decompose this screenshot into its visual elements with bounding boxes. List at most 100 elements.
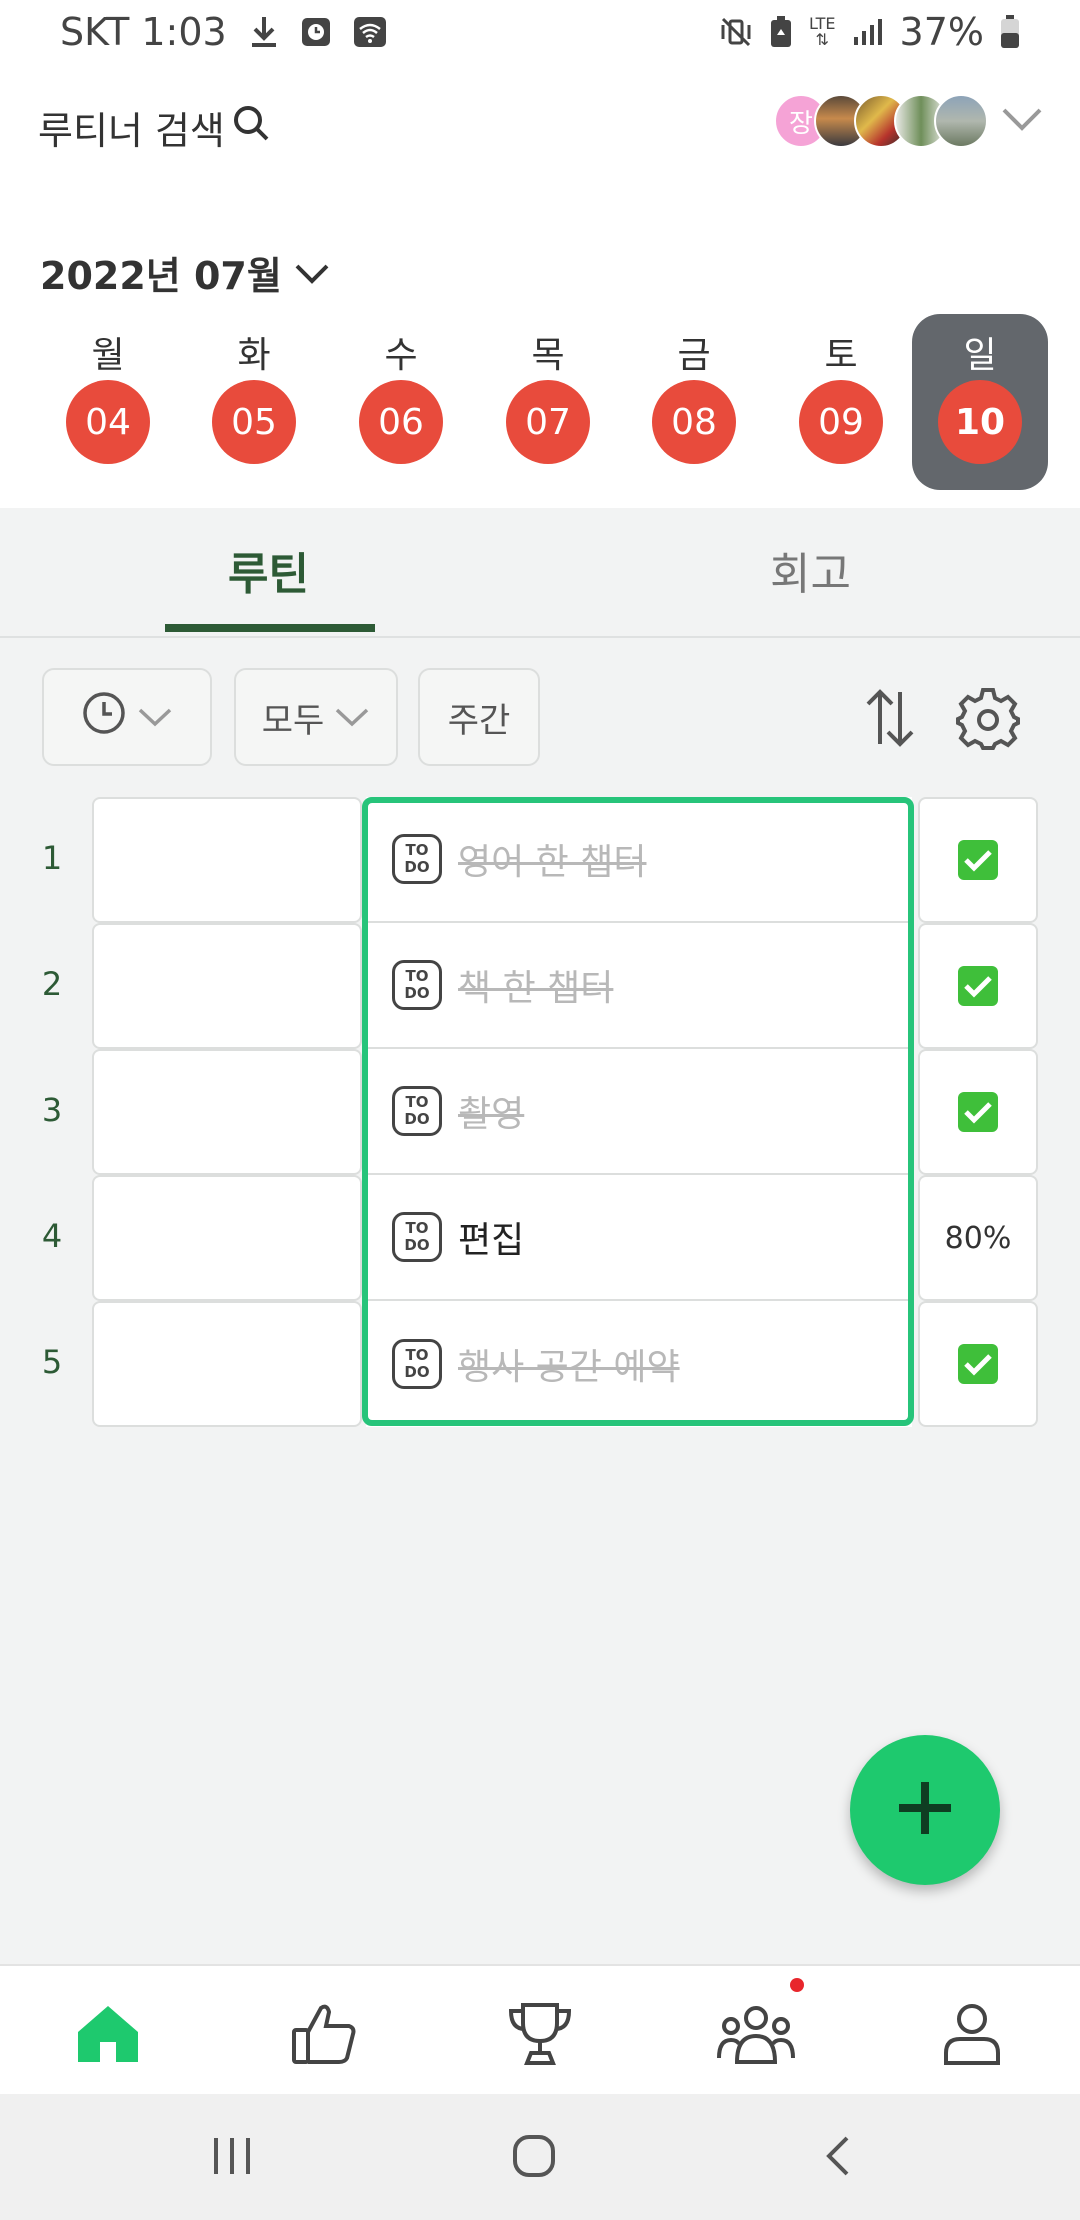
todo-icon-top: TO [405, 967, 429, 985]
weekday-label: 화 [237, 335, 271, 376]
table-row: 2 TO DO 책 한 챕터 [0, 923, 1080, 1049]
day-item[interactable]: 월 04 [40, 314, 176, 490]
member-avatars[interactable]: 장 [774, 94, 1044, 148]
completion-checkbox[interactable] [918, 1049, 1038, 1175]
todo-icon-bottom: DO [404, 984, 430, 1002]
alarm-app-icon [301, 16, 331, 48]
checkmark-icon [958, 840, 998, 880]
chevron-down-icon [294, 251, 330, 295]
carrier-time: SKT 1:03 [60, 10, 227, 54]
date-badge: 07 [506, 380, 590, 464]
task-cell[interactable]: TO DO 편집 [366, 1175, 912, 1301]
vibrate-mute-icon [719, 15, 753, 49]
signal-icon [852, 17, 884, 47]
lte-icon: LTE ⇅ [809, 16, 836, 48]
battery-percent: 37% [899, 10, 984, 54]
search-label: 루티너 검색 [38, 109, 225, 153]
day-item[interactable]: 토 09 [773, 314, 909, 490]
todo-icon-bottom: DO [404, 1363, 430, 1381]
profile-icon [942, 2003, 1002, 2069]
weekday-label: 일 [963, 335, 997, 376]
checkmark-icon [958, 1344, 998, 1384]
recent-apps-icon [210, 2136, 254, 2180]
thumbs-up-icon [291, 2002, 357, 2070]
nav-profile[interactable] [932, 1996, 1012, 2076]
table-row: 4 TO DO 편집 80% [0, 1175, 1080, 1301]
chevron-down-icon[interactable] [1000, 104, 1044, 138]
week-day-strip: 월 04 화 05 수 06 목 07 금 08 토 09 일 10 [40, 314, 1050, 490]
task-cell[interactable]: TO DO 영어 한 챕터 [366, 797, 912, 923]
time-cell[interactable] [92, 1049, 362, 1175]
date-badge: 06 [359, 380, 443, 464]
todo-icon: TO DO [392, 1212, 442, 1262]
avatar [934, 94, 988, 148]
notification-dot [790, 1978, 804, 1992]
home-system-button[interactable] [504, 2128, 564, 2188]
recent-apps-button[interactable] [202, 2128, 262, 2188]
time-cell[interactable] [92, 797, 362, 923]
system-navigation-bar [0, 2094, 1080, 2220]
add-routine-button[interactable] [850, 1735, 1000, 1885]
home-icon [76, 2004, 140, 2068]
weekly-button[interactable]: 주간 [418, 668, 540, 766]
weekday-label: 토 [824, 335, 858, 376]
clock-icon [81, 690, 127, 745]
time-cell[interactable] [92, 1175, 362, 1301]
active-tab-indicator [165, 624, 375, 632]
table-row: 5 TO DO 행사 공간 예약 [0, 1301, 1080, 1427]
nav-community[interactable] [716, 1996, 796, 2076]
day-item[interactable]: 금 08 [626, 314, 762, 490]
task-cell[interactable]: TO DO 촬영 [366, 1049, 912, 1175]
todo-icon-top: TO [405, 1093, 429, 1111]
task-title: 행사 공간 예약 [458, 1347, 680, 1388]
checkmark-icon [958, 966, 998, 1006]
todo-icon: TO DO [392, 1339, 442, 1389]
todo-icon: TO DO [392, 960, 442, 1010]
time-cell[interactable] [92, 1301, 362, 1427]
task-cell[interactable]: TO DO 행사 공간 예약 [366, 1301, 912, 1427]
sort-icon[interactable] [862, 686, 918, 754]
weekday-label: 금 [677, 335, 711, 376]
day-item[interactable]: 목 07 [480, 314, 616, 490]
plus-icon [895, 1778, 955, 1842]
row-number: 3 [41, 1091, 63, 1129]
download-icon [249, 15, 279, 49]
trophy-icon [507, 2001, 573, 2071]
status-bar: SKT 1:03 LTE ⇅ 37% [0, 0, 1080, 70]
tab-review[interactable]: 회고 [770, 538, 851, 602]
day-item[interactable]: 수 06 [333, 314, 469, 490]
day-item-selected[interactable]: 일 10 [912, 314, 1048, 490]
progress-cell[interactable]: 80% [918, 1175, 1038, 1301]
scope-filter-label: 모두 [261, 700, 325, 741]
search-button[interactable]: 루티너 검색 [38, 100, 271, 155]
nav-likes[interactable] [284, 1996, 364, 2076]
gear-icon[interactable] [956, 686, 1020, 754]
completion-checkbox[interactable] [918, 923, 1038, 1049]
nav-home[interactable] [68, 1996, 148, 2076]
task-title: 촬영 [458, 1094, 525, 1135]
nav-trophy[interactable] [500, 1996, 580, 2076]
row-number: 4 [41, 1217, 63, 1255]
tab-routine[interactable]: 루틴 [228, 538, 309, 602]
todo-icon-top: TO [405, 1346, 429, 1364]
search-icon [231, 103, 271, 152]
scope-filter-dropdown[interactable]: 모두 [234, 668, 398, 766]
completion-checkbox[interactable] [918, 1301, 1038, 1427]
month-selector[interactable]: 2022년 07월 [40, 245, 330, 300]
task-cell[interactable]: TO DO 책 한 챕터 [366, 923, 912, 1049]
completion-checkbox[interactable] [918, 797, 1038, 923]
chevron-down-icon [334, 697, 370, 737]
weekday-label: 월 [91, 335, 125, 376]
back-button[interactable] [808, 2128, 868, 2188]
back-chevron-icon [823, 2134, 853, 2182]
date-badge: 10 [938, 380, 1022, 464]
date-badge: 04 [66, 380, 150, 464]
time-cell[interactable] [92, 923, 362, 1049]
date-badge: 05 [212, 380, 296, 464]
date-badge: 09 [799, 380, 883, 464]
time-filter-dropdown[interactable] [42, 668, 212, 766]
tab-bar: 루틴 회고 [0, 508, 1080, 638]
chevron-down-icon [137, 697, 173, 737]
day-item[interactable]: 화 05 [186, 314, 322, 490]
row-number: 1 [41, 839, 63, 877]
